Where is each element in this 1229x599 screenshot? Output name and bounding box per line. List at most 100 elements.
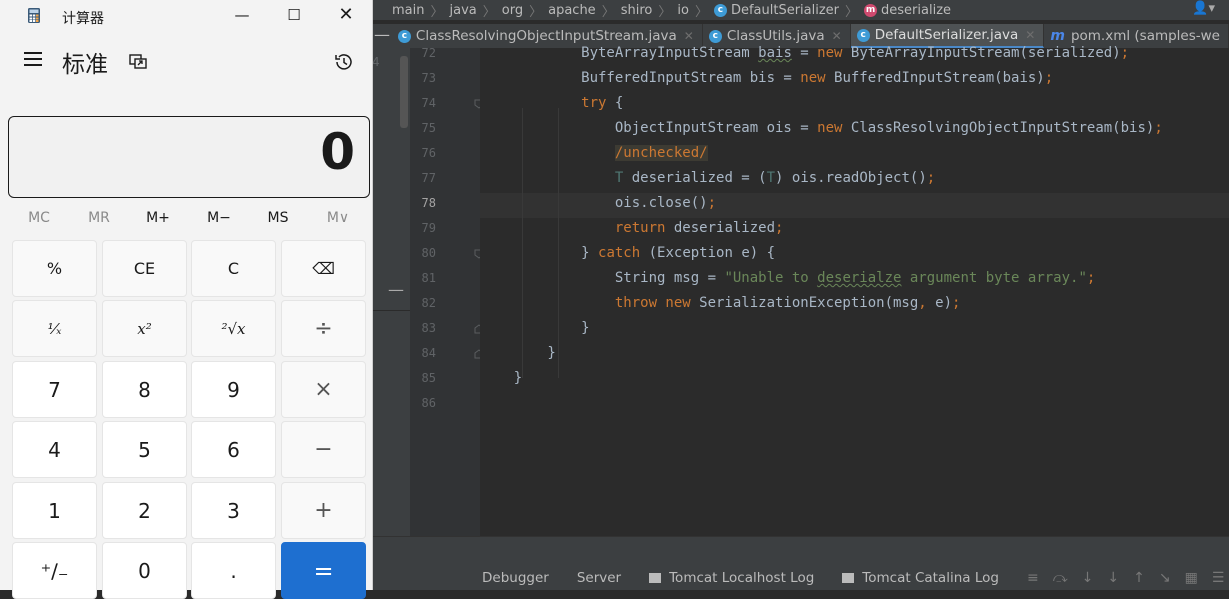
code-line-79: return deserialized; bbox=[614, 220, 784, 236]
history-icon[interactable] bbox=[333, 51, 355, 73]
digit-0-button[interactable]: 0 bbox=[102, 542, 187, 599]
step-into-icon[interactable]: ↓ bbox=[1082, 570, 1094, 586]
reciprocal-label: ¹⁄ₓ bbox=[47, 319, 62, 338]
percent-button[interactable]: % bbox=[12, 240, 97, 297]
line-number: 74 bbox=[421, 96, 436, 110]
scrollbar-thumb[interactable] bbox=[400, 56, 408, 128]
digit-1-button[interactable]: 1 bbox=[12, 482, 97, 539]
evaluate-icon[interactable]: ▦ bbox=[1185, 570, 1198, 586]
breadcrumb-item-apache[interactable]: apache bbox=[548, 3, 596, 18]
user-icon[interactable]: 👤▾ bbox=[1192, 1, 1215, 16]
memory-subtract-button[interactable]: M− bbox=[190, 210, 248, 226]
square-root-button[interactable]: ²√x bbox=[191, 300, 276, 357]
digit-5-button[interactable]: 5 bbox=[102, 421, 187, 478]
keep-on-top-icon[interactable] bbox=[128, 52, 148, 72]
step-over-icon[interactable]: ⤼ bbox=[1053, 570, 1068, 586]
breadcrumb-item-class[interactable]: DefaultSerializer bbox=[731, 3, 839, 18]
method-icon: m bbox=[864, 3, 878, 17]
digit-8-button[interactable]: 8 bbox=[102, 361, 187, 418]
hamburger-menu-icon[interactable] bbox=[24, 52, 42, 68]
collapse-icon[interactable]: — bbox=[372, 24, 392, 48]
clear-entry-button[interactable]: CE bbox=[102, 240, 187, 297]
divide-button[interactable]: ÷ bbox=[281, 300, 366, 357]
breadcrumb: main 〉 java 〉 org 〉 apache 〉 shiro 〉 io 〉 c De… bbox=[372, 0, 1229, 20]
code-line-76: /unchecked/ bbox=[614, 145, 708, 161]
line-number: 77 bbox=[421, 171, 436, 185]
tab-label: Tomcat Localhost Log bbox=[669, 570, 815, 586]
panel-divider bbox=[372, 310, 410, 311]
breadcrumb-item-java[interactable]: java bbox=[450, 3, 477, 18]
minimize-button[interactable]: — bbox=[216, 0, 268, 32]
line-number: 75 bbox=[421, 121, 436, 135]
digit-7-button[interactable]: 7 bbox=[12, 361, 97, 418]
line-number: 73 bbox=[421, 71, 436, 85]
subtract-button[interactable]: − bbox=[281, 421, 366, 478]
decimal-button[interactable]: . bbox=[191, 542, 276, 599]
run-to-cursor-icon[interactable]: ↘ bbox=[1159, 570, 1171, 586]
digit-3-button[interactable]: 3 bbox=[191, 482, 276, 539]
window-title: 计算器 bbox=[62, 11, 104, 27]
tab-debugger[interactable]: Debugger bbox=[482, 570, 549, 586]
digit-9-button[interactable]: 9 bbox=[191, 361, 276, 418]
code-line-74: try { bbox=[581, 95, 624, 111]
console-icon bbox=[842, 573, 855, 583]
line-number-gutter: 72 73 74 75 76 77 78 79 80 81 82 83 84 8… bbox=[410, 46, 484, 536]
settings-icon[interactable]: ☰ bbox=[1212, 570, 1225, 586]
breadcrumb-item-io[interactable]: io bbox=[677, 3, 689, 18]
tab-tomcat-localhost-log[interactable]: Tomcat Localhost Log bbox=[649, 570, 814, 586]
clear-button[interactable]: C bbox=[191, 240, 276, 297]
multiply-button[interactable]: × bbox=[281, 361, 366, 418]
line-number: 80 bbox=[421, 246, 436, 260]
negate-button[interactable]: ⁺∕₋ bbox=[12, 542, 97, 599]
tab-tomcat-catalina-log[interactable]: Tomcat Catalina Log bbox=[842, 570, 999, 586]
digit-2-button[interactable]: 2 bbox=[102, 482, 187, 539]
close-button[interactable]: ✕ bbox=[320, 0, 372, 32]
digit-4-button[interactable]: 4 bbox=[12, 421, 97, 478]
line-number-current: 78 bbox=[421, 196, 436, 210]
class-icon: c bbox=[856, 28, 870, 42]
memory-clear-button[interactable]: MC bbox=[10, 210, 68, 226]
add-button[interactable]: + bbox=[281, 482, 366, 539]
project-panel: 4 — bbox=[372, 48, 410, 536]
code-editor[interactable]: ByteArrayInputStream bais = new ByteArra… bbox=[480, 45, 1229, 536]
calculator-window: 计算器 — ☐ ✕ 标准 0 MC MR M+ M− MS M∨ % CE C … bbox=[0, 0, 373, 599]
code-line-72: ByteArrayInputStream bais = new ByteArra… bbox=[480, 45, 1130, 61]
memory-recall-button[interactable]: MR bbox=[70, 210, 128, 226]
memory-store-button[interactable]: MS bbox=[249, 210, 307, 226]
calculator-display: 0 bbox=[8, 116, 370, 198]
reciprocal-button[interactable]: ¹⁄ₓ bbox=[12, 300, 97, 357]
force-step-into-icon[interactable]: ↓ bbox=[1107, 570, 1119, 586]
line-number: 85 bbox=[421, 371, 436, 385]
tab-label: Tomcat Catalina Log bbox=[862, 570, 999, 586]
square-root-label: ²√x bbox=[221, 319, 246, 338]
calculator-app-icon bbox=[28, 8, 40, 23]
maximize-button[interactable]: ☐ bbox=[268, 0, 320, 32]
gutter-number: 4 bbox=[372, 55, 380, 69]
close-icon[interactable]: ✕ bbox=[1025, 28, 1035, 42]
line-number: 72 bbox=[421, 46, 436, 60]
code-line-83: } bbox=[480, 320, 590, 336]
memory-list-button[interactable]: M∨ bbox=[309, 210, 367, 226]
code-line-81: String msg = "Unable to deserialze argum… bbox=[480, 270, 1096, 286]
backspace-button[interactable]: ⌫ bbox=[281, 240, 366, 297]
step-out-icon[interactable]: ↑ bbox=[1133, 570, 1145, 586]
tab-server[interactable]: Server bbox=[577, 570, 621, 586]
code-line-82: throw new SerializationException(msg, e)… bbox=[614, 295, 961, 311]
code-line-78: ois.close(); bbox=[480, 195, 717, 211]
memory-add-button[interactable]: M+ bbox=[129, 210, 187, 226]
digit-6-button[interactable]: 6 bbox=[191, 421, 276, 478]
equals-button[interactable]: = bbox=[281, 542, 366, 599]
breadcrumb-item-org[interactable]: org bbox=[502, 3, 523, 18]
services-tab-bar: Debugger Server Tomcat Localhost Log Tom… bbox=[372, 566, 1229, 590]
mode-title: 标准 bbox=[62, 52, 108, 78]
breadcrumb-item-main[interactable]: main bbox=[392, 3, 424, 18]
minimize-icon[interactable]: — bbox=[388, 280, 404, 299]
breadcrumb-item-method[interactable]: deserialize bbox=[881, 3, 951, 18]
code-line-80: } catch (Exception e) { bbox=[480, 245, 776, 261]
calculator-titlebar[interactable]: 计算器 — ☐ ✕ bbox=[0, 0, 372, 32]
memory-row: MC MR M+ M− MS M∨ bbox=[0, 204, 372, 234]
bottom-panel-header bbox=[372, 536, 1229, 567]
square-button[interactable]: x² bbox=[102, 300, 187, 357]
breadcrumb-item-shiro[interactable]: shiro bbox=[621, 3, 653, 18]
menu-icon[interactable]: ≡ bbox=[1027, 570, 1039, 586]
